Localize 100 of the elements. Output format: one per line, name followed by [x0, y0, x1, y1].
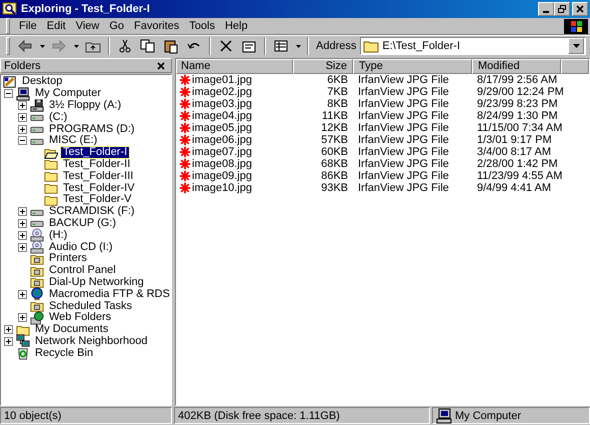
image-file-icon: [179, 110, 191, 122]
collapse-button[interactable]: [18, 136, 27, 146]
table-cell-text: 11KB: [320, 110, 349, 122]
menu-item[interactable]: Go: [104, 20, 130, 32]
file-name[interactable]: image07.jpg: [192, 146, 252, 158]
expand-button[interactable]: [18, 100, 27, 110]
table-cell-text: 7KB: [326, 86, 349, 98]
file-name[interactable]: image10.jpg: [192, 182, 252, 194]
expand-button[interactable]: [18, 112, 27, 122]
file-name[interactable]: image09.jpg: [192, 170, 252, 182]
table-cell-text: IrfanView JPG File: [357, 98, 450, 110]
table-cell-text: 9/4/99 4:41 AM: [476, 182, 552, 194]
minimize-button[interactable]: [538, 2, 554, 16]
file-name[interactable]: image01.jpg: [192, 74, 252, 86]
dropdown-caret-icon: [74, 44, 78, 48]
menu-item[interactable]: Help: [220, 20, 253, 32]
tree-item[interactable]: Macromedia FTP & RDS: [47, 288, 172, 300]
dropdown-caret-icon: [296, 44, 300, 48]
table-cell-text: IrfanView JPG File: [357, 158, 450, 170]
menu-item[interactable]: Favorites: [129, 20, 184, 32]
table-cell-text: IrfanView JPG File: [357, 122, 450, 134]
forward-arrow-icon: [51, 38, 67, 54]
tree-item[interactable]: Audio CD (I:): [47, 242, 115, 253]
tree-item[interactable]: Test_Folder-II: [61, 158, 132, 170]
column-header[interactable]: Modified: [472, 59, 561, 74]
tree-item[interactable]: My Documents: [33, 324, 110, 336]
tree-item[interactable]: Web Folders: [47, 312, 114, 324]
tree-item[interactable]: Recycle Bin: [33, 348, 96, 359]
pane-title: Folders: [4, 60, 42, 72]
table-cell-text: 8KB: [326, 98, 349, 110]
column-header[interactable]: Size: [293, 59, 353, 74]
folder-icon: [44, 169, 58, 184]
expand-button[interactable]: [4, 325, 13, 334]
tree-item[interactable]: Dial-Up Networking: [47, 276, 146, 288]
menu-item[interactable]: View: [70, 20, 104, 32]
restore-button[interactable]: [554, 2, 570, 16]
menu-item[interactable]: File: [14, 20, 42, 32]
file-name[interactable]: image02.jpg: [192, 86, 252, 98]
folder-icon: [30, 275, 44, 290]
tree-item[interactable]: 3½ Floppy (A:): [47, 100, 124, 111]
expand-button[interactable]: [18, 207, 27, 216]
status-text: 10 object(s): [0, 407, 172, 424]
collapse-button[interactable]: [4, 89, 13, 98]
paste-icon: [163, 38, 179, 54]
tree-item[interactable]: Test_Folder-I: [61, 147, 130, 158]
tree-item[interactable]: Printers: [47, 253, 89, 264]
expand-button[interactable]: [18, 290, 27, 299]
address-field[interactable]: E:\Test_Folder-I: [360, 37, 586, 55]
image-file-icon: [179, 146, 191, 158]
expand-button[interactable]: [18, 218, 27, 228]
file-name[interactable]: image08.jpg: [192, 158, 252, 170]
tree-item[interactable]: My Computer: [33, 88, 104, 100]
tree-item[interactable]: (H:): [47, 230, 70, 241]
expand-button[interactable]: [18, 313, 27, 322]
close-pane-button[interactable]: [155, 60, 167, 72]
back-arrow-icon: [17, 38, 33, 54]
table-cell-text: 9/23/99 8:23 PM: [476, 98, 559, 110]
tree-item[interactable]: Scheduled Tasks: [47, 300, 134, 312]
folder-icon: [44, 181, 58, 196]
expand-button[interactable]: [18, 242, 27, 252]
table-cell-text: 3/4/00 8:17 AM: [476, 146, 552, 158]
expand-button[interactable]: [18, 230, 27, 240]
expand-button[interactable]: [18, 124, 27, 134]
file-name[interactable]: image05.jpg: [192, 122, 252, 134]
tree-item[interactable]: MISC (E:): [47, 135, 100, 146]
tree-item[interactable]: Desktop: [20, 76, 64, 88]
image-file-icon: [179, 134, 191, 146]
column-header[interactable]: Type: [353, 59, 472, 74]
tree-item[interactable]: Test_Folder-V: [61, 194, 134, 206]
plus-icon: [19, 290, 26, 298]
cd-drive-icon: [30, 240, 44, 254]
tree-item[interactable]: Test_Folder-III: [61, 170, 136, 182]
tree-item[interactable]: PROGRAMS (D:): [47, 124, 137, 135]
image-file-icon: [179, 74, 191, 86]
close-button[interactable]: [572, 2, 588, 16]
column-header[interactable]: Name: [176, 59, 293, 74]
explorer-window-icon: [2, 1, 18, 17]
file-name[interactable]: image03.jpg: [192, 98, 252, 110]
menu-item[interactable]: Tools: [184, 20, 220, 32]
status-text: 402KB (Disk free space: 1.11GB): [174, 407, 430, 424]
tree-item[interactable]: SCRAMDISK (F:): [47, 206, 137, 218]
image-file-icon: [179, 158, 191, 170]
copy-icon: [140, 38, 156, 54]
table-cell-text: 6KB: [326, 74, 349, 86]
file-name[interactable]: image04.jpg: [192, 110, 252, 122]
tree-item[interactable]: Test_Folder-IV: [61, 182, 137, 194]
tree-item[interactable]: (C:): [47, 112, 70, 123]
tree-item[interactable]: Network Neighborhood: [33, 336, 150, 347]
file-name[interactable]: image06.jpg: [192, 134, 252, 146]
expand-button[interactable]: [4, 336, 13, 346]
menu-item[interactable]: Edit: [42, 20, 71, 32]
dropdown-caret-icon: [572, 44, 580, 48]
table-cell-text: IrfanView JPG File: [357, 170, 450, 182]
plus-icon: [5, 326, 12, 334]
plus-icon: [19, 114, 26, 121]
restore-icon: [558, 5, 566, 13]
tree-item[interactable]: BACKUP (G:): [47, 218, 118, 229]
plus-icon: [19, 232, 26, 239]
tree-item[interactable]: Control Panel: [47, 265, 118, 276]
table-cell-text: IrfanView JPG File: [357, 146, 450, 158]
